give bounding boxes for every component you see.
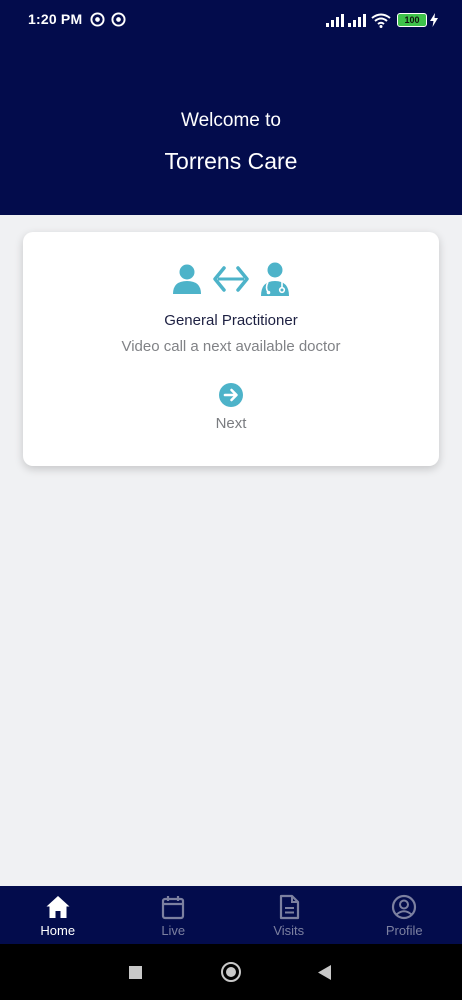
welcome-text: Welcome to (181, 110, 281, 131)
card-title: General Practitioner (164, 312, 298, 329)
charging-icon (430, 13, 438, 27)
status-time: 1:20 PM (28, 11, 83, 27)
calendar-icon (162, 896, 185, 920)
home-button-dot (226, 967, 236, 977)
battery-icon: 100 (397, 13, 427, 27)
document-icon (279, 894, 299, 920)
header: 1:20 PM 100 Welcome to Torrens Care (0, 0, 462, 215)
doctor-icon (261, 262, 289, 296)
notification-icon (90, 12, 105, 27)
home-icon (46, 896, 70, 918)
next-button[interactable]: Next (23, 415, 439, 432)
nav-home-label: Home (40, 923, 76, 938)
nav-live-label: Live (161, 923, 186, 938)
recent-apps-button[interactable] (129, 966, 142, 979)
card-subtitle: Video call a next available doctor (121, 338, 341, 355)
arrow-circle-right-icon[interactable] (218, 382, 244, 408)
nav-profile-label: Profile (385, 923, 423, 938)
signal-icon (326, 14, 344, 27)
card-icon-group (23, 259, 439, 299)
patient-icon (173, 264, 201, 294)
back-icon[interactable] (318, 965, 332, 980)
signal-icon (348, 14, 366, 27)
notification-icon (111, 12, 126, 27)
nav-visits-label: Visits (273, 923, 305, 938)
profile-icon (392, 894, 417, 920)
app-name: Torrens Care (164, 148, 298, 174)
general-practitioner-card[interactable]: General Practitioner Video call a next a… (23, 232, 439, 466)
system-nav-bar (0, 944, 462, 1000)
nav-profile[interactable]: Profile (347, 886, 462, 944)
nav-home[interactable]: Home (0, 886, 116, 944)
wifi-icon (371, 13, 391, 28)
two-way-arrow-icon (213, 266, 249, 292)
nav-live[interactable]: Live (116, 886, 232, 944)
battery-level: 100 (404, 15, 420, 25)
bottom-nav: Home Live Visits Profile (0, 886, 462, 944)
home-button[interactable] (221, 962, 241, 982)
status-bar: 1:20 PM 100 (0, 0, 462, 40)
nav-visits[interactable]: Visits (231, 886, 347, 944)
